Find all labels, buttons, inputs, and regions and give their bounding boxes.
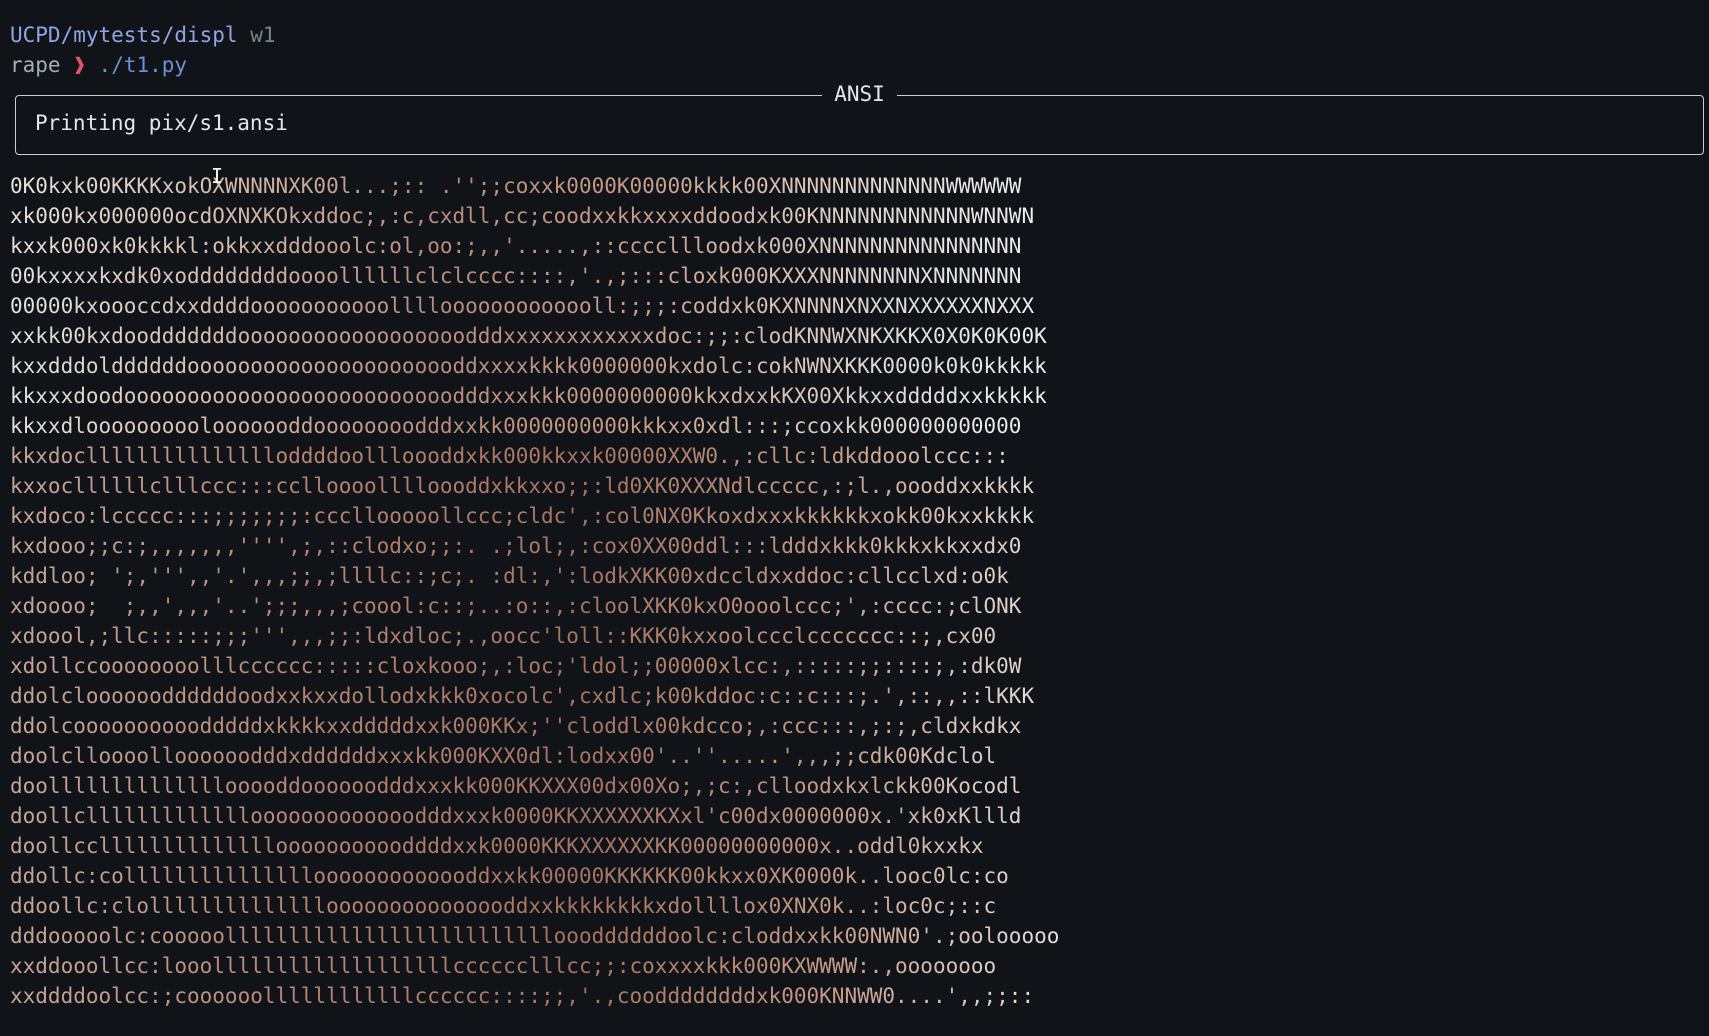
ansi-art-line: kddloo; ';,''',,'.',,,;;,;llllc::;c;. :d… [10,561,1059,591]
ansi-art-line: doollccllllllllllllllooooooooooddddxxk00… [10,831,1059,861]
panel-title-text: ANSI [822,82,897,106]
prompt-path: UCPD/mytests/displ [10,23,238,47]
ansi-art-line: ddoollc:clollllllllllllllooooooooooooood… [10,891,1059,921]
ansi-art-line: kxxk000xk0kkkkl:okkxxdddooolc:ol,oo:;,,'… [10,231,1059,261]
text-cursor-icon: I [211,164,224,188]
prompt-command[interactable]: ./t1.py [99,53,188,77]
panel-message: Printing pix/s1.ansi [35,111,288,135]
prompt-arrow-icon: ❱ [73,53,86,77]
ansi-art-line: 0K0kxk00KKKKxokOXWNNNNXK00l...;:: .'';;c… [10,171,1059,201]
panel-title: ANSI [16,80,1703,108]
ansi-art-line: kkxdocllllllllllllllloddddoollloooddxkk0… [10,441,1059,471]
ansi-art-line: xxkk00kxdoodddddddoooooooooooooooooodddx… [10,321,1059,351]
ansi-art-line: doollclllllllllllllooooooooooooodddxxxk0… [10,801,1059,831]
ansi-art-line: xdoooo; ;,,',,,'..';;;,,,;coool:c::;..:o… [10,591,1059,621]
ansi-art-line: xdoool,;llc:::::;;;''',,,;;:ldxdloc;.,oo… [10,621,1059,651]
ansi-art-line: xxddddoolcc:;coooooollllllllllllcccccc::… [10,981,1059,1011]
ansi-art-line: ddolclooooooddddddoodxxkxxdollodxkkk0xoc… [10,681,1059,711]
ansi-art-line: xk000kx000000ocdOXNXKOkxddoc;,:c,cxdll,c… [10,201,1059,231]
ansi-art-line: xxddooollcc:looolllllllllllllllllllccccc… [10,951,1059,981]
ansi-art-output: 0K0kxk00KKKKxokOXWNNNNXK00l...;:: .'';;c… [10,171,1059,1011]
ansi-art-line: kkxxdlooooooooolooooooddoooooooodddxxkk0… [10,411,1059,441]
ansi-art-line: 00kxxxxkxdk0xoddddddddoooollllllclclcccc… [10,261,1059,291]
prompt-line-command: rape ❱ ./t1.py [10,51,187,79]
ansi-art-line: kxxocllllllclllccc:::cclloooolllloooddxk… [10,471,1059,501]
ansi-art-line: kxdoco:lccccc:::;;;;;;;:cccllooooollccc;… [10,501,1059,531]
ansi-panel: ANSI Printing pix/s1.ansi [15,82,1704,155]
ansi-art-line: xdollccoooooooolllcccccc:::::cloxkooo;,:… [10,651,1059,681]
prompt-cwd-tail: rape [10,53,61,77]
ansi-art-line: kxdooo;;c:;,,,,,,,'''',;,::clodxo;;:. .;… [10,531,1059,561]
ansi-art-line: kkxxxdoodoooooooooooooooooooooooooodddxx… [10,381,1059,411]
ansi-art-line: doollllllllllllllooooddoooooodddxxxkk000… [10,771,1059,801]
prompt-host: w1 [250,23,276,47]
ansi-art-line: 00000kxoooccdxxddddooooooooooolllloooooo… [10,291,1059,321]
ansi-art-line: ddollc:colllllllllllllllooooooooooooddxx… [10,861,1059,891]
ansi-art-line: dddooooolc:cooooolllllllllllllllllllllll… [10,921,1059,951]
ansi-art-line: ddolcoooooooooodddddxkkkkxxdddddxxk000KK… [10,711,1059,741]
prompt-line-path: UCPD/mytests/displ w1 [10,21,276,49]
ansi-art-line: kxxdddolddddddoooooooooooooooooooooddxxx… [10,351,1059,381]
ansi-art-line: doolclloooolloooooodddxddddddxxxkk000KXX… [10,741,1059,771]
